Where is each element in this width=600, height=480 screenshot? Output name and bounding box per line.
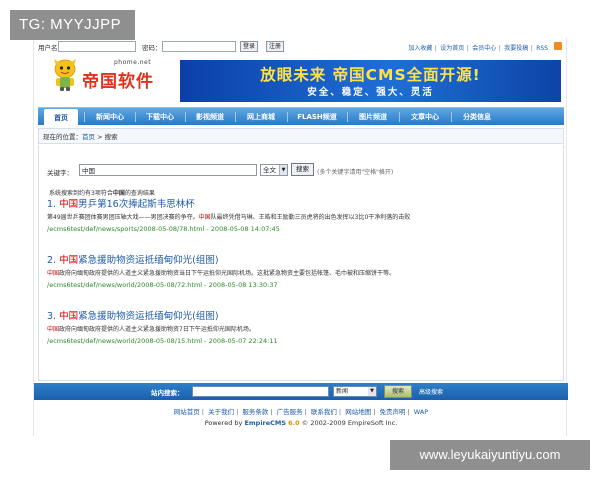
link-member-center[interactable]: 会员中心	[472, 45, 496, 52]
breadcrumb-current: 搜索	[104, 133, 118, 141]
footer-link-home[interactable]: 网站首页	[174, 408, 200, 416]
main-nav: 首页 新闻中心 下载中心 影视频道 网上商城 FLASH频道 图片频道 文章中心…	[38, 107, 564, 126]
scope-select[interactable]: 全文 ▼	[260, 164, 288, 176]
breadcrumb-home[interactable]: 首页	[82, 133, 95, 141]
result-meta: /ecms6test/def/news/world/2008-05-08/72.…	[47, 281, 278, 289]
page: TG: MYYJJPP 用户名： 密码： 登录 注册 加入收藏 | 设为首页 | 会…	[0, 0, 600, 480]
result-url[interactable]: /ecms6test/def/news/world/2008-05-08/15.…	[47, 337, 202, 345]
breadcrumb: 现在的位置：首页 > 搜索	[38, 128, 564, 144]
result-title-link[interactable]: 1. 中国男乒第16次捧起斯韦思林杯	[47, 199, 477, 211]
search-result-3: 3. 中国紧急援助物资运抵缅甸仰光(组图) 中国政府向缅甸政府提供的人道主义紧急…	[47, 311, 477, 346]
password-label: 密码：	[142, 44, 162, 52]
login-bar: 用户名： 密码： 登录 注册 加入收藏 | 设为首页 | 会员中心 | 我要投稿 | R…	[34, 38, 568, 54]
nav-movies[interactable]: 影视频道	[186, 108, 234, 126]
link-rss[interactable]: RSS	[536, 45, 548, 52]
result-description: 中国政府向缅甸政府提供的人道主义紧急援助物资当日下午运抵仰光国际机场。这批紧急物…	[47, 270, 396, 277]
chevron-down-icon: ▼	[368, 387, 376, 396]
rss-icon[interactable]	[554, 42, 562, 50]
nav-shop[interactable]: 网上商城	[236, 108, 286, 126]
brand-link[interactable]: EmpireCMS	[244, 419, 286, 427]
mascot-icon	[54, 59, 76, 91]
chevron-down-icon: ▼	[279, 165, 287, 175]
result-meta: /ecms6test/def/news/sports/2008-05-08/78…	[47, 225, 280, 233]
footer-link-wap[interactable]: WAP	[414, 408, 428, 416]
link-set-home[interactable]: 设为首页	[440, 45, 464, 52]
nav-news[interactable]: 新闻中心	[86, 108, 134, 126]
watermark-top: TG: MYYJJPP	[10, 10, 135, 40]
result-url[interactable]: /ecms6test/def/news/sports/2008-05-08/78…	[47, 225, 204, 233]
result-url[interactable]: /ecms6test/def/news/world/2008-05-08/72.…	[47, 281, 202, 289]
keyword-input[interactable]	[79, 164, 257, 176]
footer-search-input[interactable]	[192, 386, 329, 397]
link-submit[interactable]: 我要投稿	[504, 45, 528, 52]
breadcrumb-separator: >	[95, 133, 105, 141]
search-result-1: 1. 中国男乒第16次捧起斯韦思林杯 第49届世乒赛团体赛男团压轴大戏——男团决…	[47, 199, 477, 234]
site-logo[interactable]: phome.net 帝国软件	[50, 56, 180, 100]
username-input[interactable]	[58, 41, 136, 52]
footer-search-bar: 站内搜索： 新闻 ▼ 搜索 高级搜索	[34, 383, 568, 400]
result-title-link[interactable]: 2. 中国紧急援助物资运抵缅甸仰光(组图)	[47, 255, 477, 267]
search-hint: (多个关键字请用"空格"格开)	[317, 169, 394, 176]
password-input[interactable]	[162, 41, 236, 52]
nav-pictures[interactable]: 图片频道	[348, 108, 398, 126]
search-button[interactable]: 搜索	[291, 163, 314, 176]
result-title-link[interactable]: 3. 中国紧急援助物资运抵缅甸仰光(组图)	[47, 311, 477, 323]
search-results-panel: 关键字： 全文 ▼ 搜索 (多个关键字请用"空格"格开) 系统搜索到约有3项符合…	[38, 145, 564, 381]
footer-link-about[interactable]: 关于我们	[208, 408, 234, 416]
footer-link-ads[interactable]: 广告服务	[277, 408, 303, 416]
footer-scope-select[interactable]: 新闻 ▼	[333, 386, 377, 397]
search-result-2: 2. 中国紧急援助物资运抵缅甸仰光(组图) 中国政府向缅甸政府提供的人道主义紧急…	[47, 255, 477, 290]
version-badge: 6.0	[288, 419, 300, 427]
advanced-search-link[interactable]: 高级搜索	[419, 387, 443, 396]
result-description: 第49届世乒赛团体赛男团压轴大戏——男团决赛的争夺。中国队最终凭借马琳、王皓和王…	[47, 214, 411, 221]
result-description: 中国政府向缅甸政府提供的人道主义紧急援助物资7日下午运抵仰光国际机场。	[47, 326, 255, 333]
watermark-bottom: www.leyukaiyuntiyu.com	[390, 440, 590, 470]
nav-classifieds[interactable]: 分类信息	[452, 108, 502, 126]
footer-link-sitemap[interactable]: 网站地图	[345, 408, 371, 416]
keyword-label: 关键字：	[47, 169, 73, 177]
nav-flash[interactable]: FLASH频道	[288, 108, 346, 126]
scope-value: 全文	[263, 166, 276, 174]
result-meta: /ecms6test/def/news/world/2008-05-08/15.…	[47, 337, 278, 345]
website-screenshot: 用户名： 密码： 登录 注册 加入收藏 | 设为首页 | 会员中心 | 我要投稿 | R…	[33, 38, 568, 436]
logo-domain: phome.net	[114, 59, 152, 66]
result-date: 2008-05-07 22:24:11	[208, 337, 278, 345]
footer-link-terms[interactable]: 服务条款	[242, 408, 268, 416]
banner-title: 放眼未来 帝国CMS全面开源!	[260, 66, 481, 84]
footer-search-button[interactable]: 搜索	[384, 385, 412, 398]
summary-keyword: 中国	[112, 190, 125, 197]
nav-articles[interactable]: 文章中心	[400, 108, 450, 126]
logo-name: 帝国软件	[82, 72, 154, 92]
footer-links: 网站首页 | 关于我们 | 服务条款 | 广告服务 | 联系我们 | 网站地图 | 免责声明…	[173, 408, 429, 416]
result-date: 2008-05-08 14:07:45	[210, 225, 280, 233]
footer-link-contact[interactable]: 联系我们	[311, 408, 337, 416]
nav-download[interactable]: 下载中心	[136, 108, 184, 126]
nav-home[interactable]: 首页	[44, 109, 78, 126]
banner-subtitle: 安全、稳定、强大、灵活	[307, 87, 434, 98]
footer-search-label: 站内搜索：	[151, 389, 184, 397]
promo-banner[interactable]: 放眼未来 帝国CMS全面开源! 安全、稳定、强大、灵活	[180, 60, 561, 102]
result-date: 2008-05-08 13:30:37	[208, 281, 278, 289]
result-summary: 系统搜索到约有3项符合中国的查询结果	[49, 190, 155, 197]
copyright: Powered by EmpireCMS 6.0 © 2002-2009 Emp…	[204, 419, 398, 427]
link-bookmark[interactable]: 加入收藏	[408, 45, 432, 52]
top-links: 加入收藏 | 设为首页 | 会员中心 | 我要投稿 | RSS	[408, 45, 548, 52]
breadcrumb-prefix: 现在的位置：	[43, 133, 82, 141]
login-button[interactable]: 登录	[240, 41, 259, 52]
footer-link-disclaimer[interactable]: 免责声明	[379, 408, 405, 416]
register-button[interactable]: 注册	[266, 41, 285, 52]
